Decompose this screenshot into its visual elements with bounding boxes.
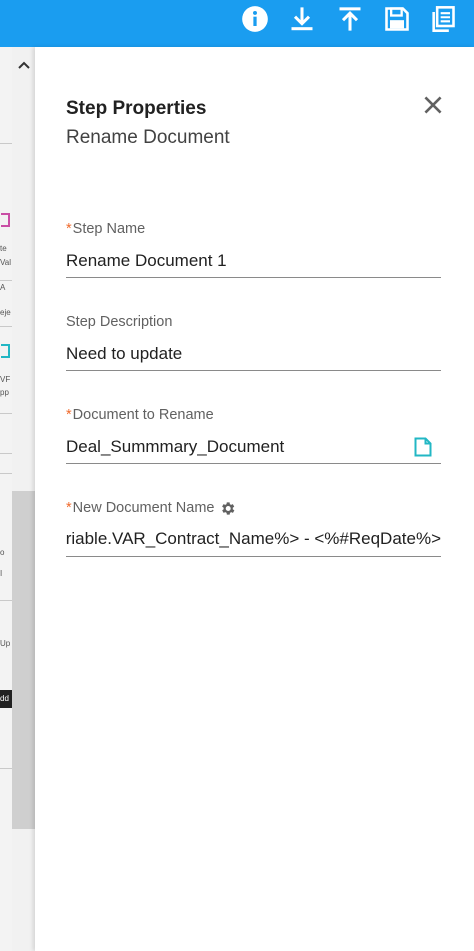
document-to-rename-value: Deal_Summmary_Document [66, 437, 285, 456]
step-name-input[interactable]: Rename Document 1 [66, 245, 441, 278]
canvas-text-fragment: A [0, 283, 6, 292]
gear-icon[interactable] [219, 500, 236, 517]
required-asterisk: * [66, 221, 72, 237]
canvas-text-fragment: o [0, 548, 5, 557]
required-asterisk: * [66, 500, 72, 516]
canvas-text-fragment: Val [0, 258, 11, 267]
step-description-value: Need to update [66, 344, 183, 363]
step-name-label: Step Name [72, 221, 146, 237]
document-to-rename-field: * Document to Rename Deal_Summmary_Docum… [66, 405, 441, 464]
step-description-label: Step Description [66, 314, 173, 330]
document-picker-icon[interactable] [414, 437, 432, 457]
step-description-field: Step Description Need to update [66, 312, 441, 371]
canvas-text-fragment: VF [0, 375, 11, 384]
new-document-name-input[interactable]: /ariable.VAR_Contract_Name%> - <%#ReqDat… [66, 524, 441, 557]
download-icon[interactable] [287, 4, 317, 34]
new-document-name-label: New Document Name [72, 500, 215, 516]
scrollbar-thumb[interactable] [12, 491, 35, 829]
save-icon[interactable] [382, 4, 412, 34]
panel-title: Step Properties [66, 98, 207, 119]
new-document-name-field: * New Document Name /ariable.VAR_Contrac… [66, 498, 441, 557]
info-icon[interactable] [240, 4, 270, 34]
new-document-name-value: /ariable.VAR_Contract_Name%> - <%#ReqDat… [66, 529, 441, 548]
canvas-text-fragment: pp [0, 388, 9, 397]
step-description-input[interactable]: Need to update [66, 338, 441, 371]
workflow-step-icon [1, 344, 10, 358]
step-properties-panel: Step Properties Rename Document * Step N… [35, 47, 474, 951]
upload-icon[interactable] [335, 4, 365, 34]
canvas-text-fragment: dd [0, 694, 9, 703]
step-name-field: * Step Name Rename Document 1 [66, 219, 441, 278]
close-icon[interactable] [420, 92, 446, 118]
required-asterisk: * [66, 407, 72, 423]
canvas-text-fragment: eje [0, 308, 11, 317]
top-toolbar [0, 0, 474, 47]
copy-icon[interactable] [428, 4, 458, 34]
canvas-text-fragment: I [0, 569, 3, 578]
scroll-up-arrow-icon[interactable] [12, 55, 35, 75]
canvas-text-fragment: Up [0, 639, 11, 648]
workflow-step-icon [1, 213, 10, 227]
canvas-text-fragment: te [0, 244, 7, 253]
document-to-rename-input[interactable]: Deal_Summmary_Document [66, 431, 441, 464]
scrollbar[interactable] [12, 47, 35, 951]
document-to-rename-label: Document to Rename [72, 407, 214, 423]
step-name-value: Rename Document 1 [66, 251, 227, 270]
panel-subtitle: Rename Document [66, 127, 230, 148]
